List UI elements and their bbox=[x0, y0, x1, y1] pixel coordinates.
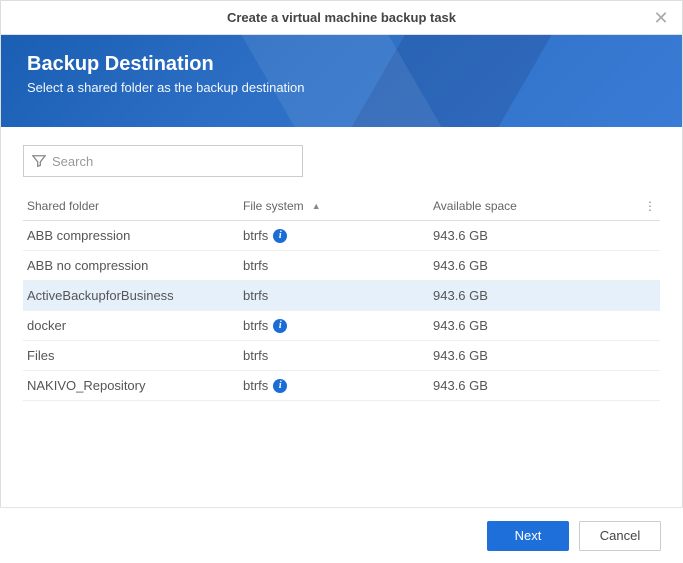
banner: Backup Destination Select a shared folde… bbox=[1, 35, 682, 127]
cell-available-space: 943.6 GB bbox=[433, 348, 640, 363]
table-row[interactable]: NAKIVO_Repositorybtrfsi943.6 GB bbox=[23, 371, 660, 401]
search-input[interactable] bbox=[52, 154, 294, 169]
cell-available-space: 943.6 GB bbox=[433, 228, 640, 243]
content-area: Shared folder File system ▲ Available sp… bbox=[1, 127, 682, 401]
cancel-button[interactable]: Cancel bbox=[579, 521, 661, 551]
titlebar: Create a virtual machine backup task ✕ bbox=[1, 1, 682, 35]
table-header: Shared folder File system ▲ Available sp… bbox=[23, 191, 660, 221]
table-row[interactable]: ABB compressionbtrfsi943.6 GB bbox=[23, 221, 660, 251]
cell-file-system: btrfs bbox=[243, 258, 433, 273]
cell-available-space: 943.6 GB bbox=[433, 258, 640, 273]
cell-available-space: 943.6 GB bbox=[433, 288, 640, 303]
info-icon[interactable]: i bbox=[273, 379, 287, 393]
cell-file-system: btrfsi bbox=[243, 378, 433, 393]
cell-shared-folder: Files bbox=[23, 348, 243, 363]
table-row[interactable]: dockerbtrfsi943.6 GB bbox=[23, 311, 660, 341]
page-title: Backup Destination bbox=[27, 53, 656, 76]
cell-shared-folder: docker bbox=[23, 318, 243, 333]
cell-shared-folder: ABB compression bbox=[23, 228, 243, 243]
header-available-space[interactable]: Available space bbox=[433, 199, 640, 213]
cell-available-space: 943.6 GB bbox=[433, 378, 640, 393]
table-row[interactable]: ABB no compressionbtrfs943.6 GB bbox=[23, 251, 660, 281]
header-file-system[interactable]: File system ▲ bbox=[243, 199, 433, 213]
info-icon[interactable]: i bbox=[273, 229, 287, 243]
info-icon[interactable]: i bbox=[273, 319, 287, 333]
close-icon: ✕ bbox=[653, 8, 668, 29]
search-box[interactable] bbox=[23, 145, 303, 177]
cell-shared-folder: ABB no compression bbox=[23, 258, 243, 273]
sort-ascending-icon: ▲ bbox=[312, 201, 321, 211]
folder-table: Shared folder File system ▲ Available sp… bbox=[23, 191, 660, 401]
page-subtitle: Select a shared folder as the backup des… bbox=[27, 80, 656, 95]
cell-file-system: btrfs bbox=[243, 288, 433, 303]
cell-available-space: 943.6 GB bbox=[433, 318, 640, 333]
close-button[interactable]: ✕ bbox=[650, 7, 672, 29]
header-shared-folder[interactable]: Shared folder bbox=[23, 199, 243, 213]
table-row[interactable]: Filesbtrfs943.6 GB bbox=[23, 341, 660, 371]
dialog-title: Create a virtual machine backup task bbox=[227, 10, 456, 25]
cell-shared-folder: NAKIVO_Repository bbox=[23, 378, 243, 393]
next-button[interactable]: Next bbox=[487, 521, 569, 551]
dialog-footer: Next Cancel bbox=[0, 507, 683, 563]
cell-file-system: btrfsi bbox=[243, 228, 433, 243]
filter-icon bbox=[32, 154, 46, 168]
header-menu-button[interactable]: ⋮ bbox=[640, 199, 660, 213]
cell-file-system: btrfsi bbox=[243, 318, 433, 333]
table-body: ABB compressionbtrfsi943.6 GBABB no comp… bbox=[23, 221, 660, 401]
cell-file-system: btrfs bbox=[243, 348, 433, 363]
table-row[interactable]: ActiveBackupforBusinessbtrfs943.6 GB bbox=[23, 281, 660, 311]
cell-shared-folder: ActiveBackupforBusiness bbox=[23, 288, 243, 303]
